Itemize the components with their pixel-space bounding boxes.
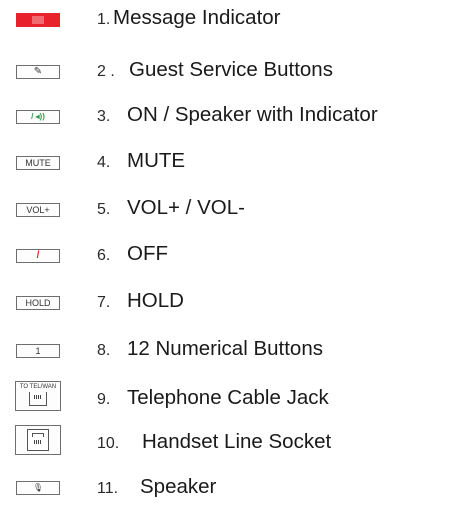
item-label: OFF — [127, 242, 168, 265]
item-number: 6. — [97, 247, 111, 264]
legend-row-speaker: 🎙 11. Speaker — [0, 474, 457, 504]
jack-caption: TO TEL/WAN — [19, 384, 57, 390]
legend-row-handset-socket: 10. Handset Line Socket — [0, 425, 457, 455]
legend-row-hold: HOLD 7. HOLD — [0, 288, 457, 318]
legend-row-message-indicator: 1. Message Indicator — [0, 4, 457, 34]
item-number: 3. — [97, 108, 111, 125]
item-label: ON / Speaker with Indicator — [127, 103, 378, 126]
legend-row-volume: VOL+ 5. VOL+ / VOL- — [0, 195, 457, 225]
item-label: Handset Line Socket — [142, 430, 332, 453]
legend-row-numerical: 1 8. 12 Numerical Buttons — [0, 336, 457, 366]
item-number: 7. — [97, 294, 111, 311]
item-label: Message Indicator — [113, 6, 281, 29]
item-number: 9. — [97, 391, 111, 408]
item-number: 1. — [97, 11, 111, 28]
number-key-label: 1 — [35, 345, 41, 356]
vol-key-icon: VOL+ — [16, 203, 60, 217]
item-number: 8. — [97, 342, 111, 359]
legend-row-mute: MUTE 4. MUTE — [0, 148, 457, 178]
legend-row-off: / 6. OFF — [0, 241, 457, 271]
handset-speaker-glyph: / ◂)) — [31, 112, 45, 121]
item-label: MUTE — [127, 149, 186, 172]
speaker-icon: 🎙 — [16, 481, 60, 495]
item-number: 5. — [97, 201, 111, 218]
item-number: 2 . — [97, 63, 115, 80]
item-number: 10. — [97, 435, 120, 452]
number-key-icon: 1 — [16, 344, 60, 358]
item-number: 11. — [97, 480, 119, 497]
off-handset-glyph: / — [36, 250, 40, 261]
jack-port-icon — [29, 392, 47, 406]
speaker-glyph: 🎙 — [32, 483, 44, 492]
message-indicator-icon — [16, 13, 60, 27]
off-handset-icon: / — [16, 249, 60, 263]
legend-row-cable-jack: TO TEL/WAN 9. Telephone Cable Jack — [0, 381, 457, 411]
hold-key-label: HOLD — [25, 297, 51, 308]
mute-key-icon: MUTE — [16, 156, 60, 170]
item-label: HOLD — [127, 289, 184, 312]
mute-key-label: MUTE — [25, 157, 51, 168]
handset-speaker-icon: / ◂)) — [16, 110, 60, 124]
socket-port-icon — [27, 429, 49, 451]
legend-row-on-speaker: / ◂)) 3. ON / Speaker with Indicator — [0, 102, 457, 132]
indicator-highlight — [32, 16, 44, 24]
item-label: Telephone Cable Jack — [127, 386, 329, 409]
guest-service-icon: ✎ — [16, 65, 60, 79]
item-label: VOL+ / VOL- — [127, 196, 245, 219]
vol-key-label: VOL+ — [26, 204, 50, 215]
item-label: 12 Numerical Buttons — [127, 337, 323, 360]
handset-socket-icon — [15, 425, 61, 455]
legend-row-guest-service: ✎ 2 . Guest Service Buttons — [0, 58, 457, 88]
guest-service-glyph: ✎ — [33, 66, 43, 77]
hold-key-icon: HOLD — [16, 296, 60, 310]
item-label: Guest Service Buttons — [129, 58, 333, 81]
item-label: Speaker — [140, 475, 217, 498]
telephone-jack-icon: TO TEL/WAN — [15, 381, 61, 411]
item-number: 4. — [97, 154, 111, 171]
